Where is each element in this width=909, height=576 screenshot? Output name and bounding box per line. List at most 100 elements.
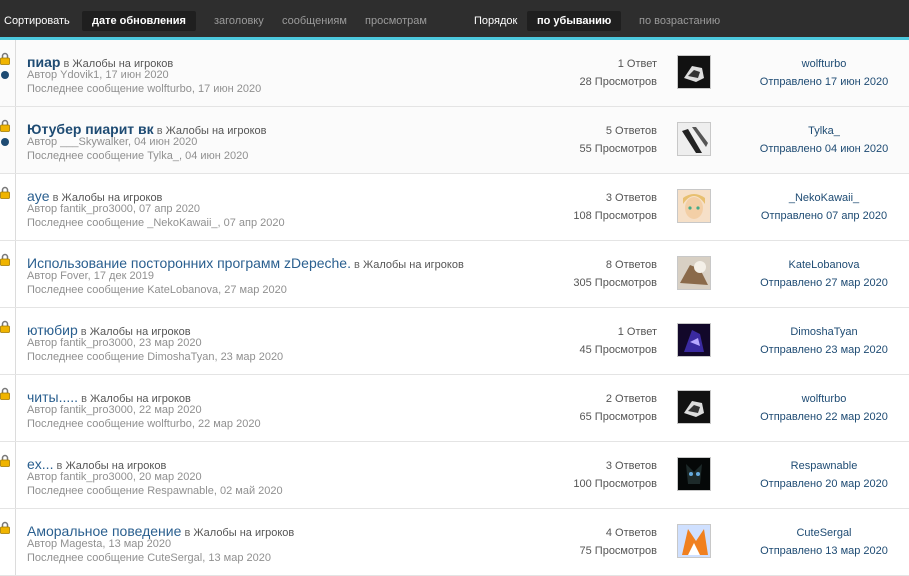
thread-title-line: ex... в Жалобы на игроков [27, 456, 166, 472]
thread-title-line: aye в Жалобы на игроков [27, 188, 162, 204]
thread-author: Автор Ydovik1, 17 июн 2020 [27, 69, 169, 81]
row-divider [15, 509, 16, 575]
avatar[interactable] [677, 256, 711, 290]
lock-icon [0, 521, 10, 534]
last-poster-link[interactable]: wolfturbo [745, 58, 903, 70]
thread-author: Автор Fover, 17 дек 2019 [27, 270, 154, 282]
order-label: Порядок [474, 15, 518, 27]
reply-count: 5 Ответов [605, 125, 657, 137]
last-post-date-link[interactable]: Отправлено 17 июн 2020 [745, 76, 903, 88]
avatar[interactable] [677, 524, 711, 558]
forum-prefix: в [354, 259, 360, 271]
last-poster-link[interactable]: Respawnable [745, 460, 903, 472]
thread-title-link[interactable]: ex... [27, 456, 53, 472]
thread-row: ютюбир в Жалобы на игроков Автор fantik_… [0, 308, 909, 375]
sort-by-views[interactable]: просмотрам [365, 11, 427, 31]
reply-count: 3 Ответов [605, 192, 657, 204]
sort-by-update-date[interactable]: дате обновления [82, 11, 196, 31]
last-poster-link[interactable]: CuteSergal [745, 527, 903, 539]
thread-author: Автор fantik_pro3000, 22 мар 2020 [27, 404, 202, 416]
thread-last-post: Последнее сообщение wolfturbo, 22 мар 20… [27, 418, 261, 430]
thread-row: Аморальное поведение в Жалобы на игроков… [0, 509, 909, 576]
thread-author: Автор fantik_pro3000, 23 мар 2020 [27, 337, 202, 349]
thread-title-link[interactable]: Ютубер пиарит вк [27, 121, 154, 137]
row-divider [15, 375, 16, 441]
thread-last-post: Последнее сообщение Respawnable, 02 май … [27, 485, 283, 497]
sort-by-title[interactable]: заголовку [214, 11, 264, 31]
last-post-date-link[interactable]: Отправлено 22 мар 2020 [745, 411, 903, 423]
thread-author: Автор fantik_pro3000, 20 мар 2020 [27, 471, 202, 483]
last-post-date-link[interactable]: Отправлено 07 апр 2020 [745, 210, 903, 222]
forum-prefix: в [184, 527, 191, 539]
reply-count: 8 Ответов [605, 259, 657, 271]
thread-last-post: Последнее сообщение wolfturbo, 17 июн 20… [27, 83, 262, 95]
thread-last-post: Последнее сообщение _NekoKawaii_, 07 апр… [27, 217, 285, 229]
thread-title-line: Аморальное поведение в Жалобы на игроков [27, 523, 294, 539]
lock-icon [0, 387, 10, 400]
last-post-date-link[interactable]: Отправлено 04 июн 2020 [745, 143, 903, 155]
row-divider [15, 442, 16, 508]
row-divider [15, 241, 16, 307]
thread-title-line: пиар в Жалобы на игроков [27, 54, 173, 70]
thread-last-post: Последнее сообщение CuteSergal, 13 мар 2… [27, 552, 271, 564]
avatar[interactable] [677, 55, 711, 89]
view-count: 100 Просмотров [573, 478, 657, 490]
thread-title-link[interactable]: пиар [27, 54, 60, 70]
view-count: 45 Просмотров [579, 344, 658, 356]
thread-title-line: Использование посторонних программ zDepe… [27, 255, 464, 271]
last-poster-link[interactable]: KateLobanova [745, 259, 903, 271]
reply-count: 2 Ответов [605, 393, 657, 405]
thread-title-link[interactable]: aye [27, 188, 50, 204]
thread-title-link[interactable]: Аморальное поведение [27, 523, 181, 539]
lock-icon [0, 186, 10, 199]
avatar[interactable] [677, 122, 711, 156]
last-post-date-link[interactable]: Отправлено 20 мар 2020 [745, 478, 903, 490]
thread-title-link[interactable]: ютюбир [27, 322, 78, 338]
lock-icon [0, 52, 10, 65]
last-poster-link[interactable]: DimoshaTyan [745, 326, 903, 338]
reply-count: 3 Ответов [605, 460, 657, 472]
reply-count: 1 Ответ [617, 326, 657, 338]
last-post-date-link[interactable]: Отправлено 23 мар 2020 [745, 344, 903, 356]
lock-icon [0, 454, 10, 467]
last-post-date-link[interactable]: Отправлено 27 мар 2020 [745, 277, 903, 289]
view-count: 75 Просмотров [579, 545, 658, 557]
avatar[interactable] [677, 323, 711, 357]
view-count: 305 Просмотров [573, 277, 657, 289]
lock-icon [0, 320, 10, 333]
view-count: 28 Просмотров [579, 76, 658, 88]
avatar[interactable] [677, 189, 711, 223]
view-count: 108 Просмотров [573, 210, 657, 222]
pinned-dot-icon [1, 71, 9, 79]
avatar[interactable] [677, 390, 711, 424]
last-poster-link[interactable]: _NekoKawaii_ [745, 192, 903, 204]
last-poster-link[interactable]: Tylka_ [745, 125, 903, 137]
sort-by-posts[interactable]: сообщениям [282, 11, 347, 31]
pinned-dot-icon [1, 138, 9, 146]
last-post-date-link[interactable]: Отправлено 13 мар 2020 [745, 545, 903, 557]
avatar[interactable] [677, 457, 711, 491]
thread-last-post: Последнее сообщение KateLobanova, 27 мар… [27, 284, 287, 296]
thread-title-line: Ютубер пиарит вк в Жалобы на игроков [27, 121, 267, 137]
forum-link[interactable]: Жалобы на игроков [193, 527, 294, 539]
view-count: 65 Просмотров [579, 411, 658, 423]
thread-last-post: Последнее сообщение DimoshaTyan, 23 мар … [27, 351, 284, 363]
forum-link[interactable]: Жалобы на игроков [363, 259, 464, 271]
thread-author: Автор Magesta, 13 мар 2020 [27, 538, 172, 550]
sort-label: Сортировать [4, 15, 70, 27]
thread-title-link[interactable]: Использование посторонних программ zDepe… [27, 255, 351, 271]
sort-bar: Сортировать дате обновления заголовку со… [0, 0, 909, 40]
order-ascending[interactable]: по возрастанию [639, 11, 720, 31]
row-divider [15, 308, 16, 374]
thread-title-link[interactable]: читы..... [27, 389, 78, 405]
view-count: 55 Просмотров [579, 143, 658, 155]
row-divider [15, 174, 16, 240]
last-poster-link[interactable]: wolfturbo [745, 393, 903, 405]
lock-icon [0, 119, 10, 132]
order-descending[interactable]: по убыванию [527, 11, 622, 31]
thread-author: Автор fantik_pro3000, 07 апр 2020 [27, 203, 201, 215]
thread-row: пиар в Жалобы на игроков Автор Ydovik1, … [0, 40, 909, 107]
thread-list: пиар в Жалобы на игроков Автор Ydovik1, … [0, 40, 909, 576]
thread-row: Использование посторонних программ zDepe… [0, 241, 909, 308]
thread-row: читы..... в Жалобы на игроков Автор fant… [0, 375, 909, 442]
